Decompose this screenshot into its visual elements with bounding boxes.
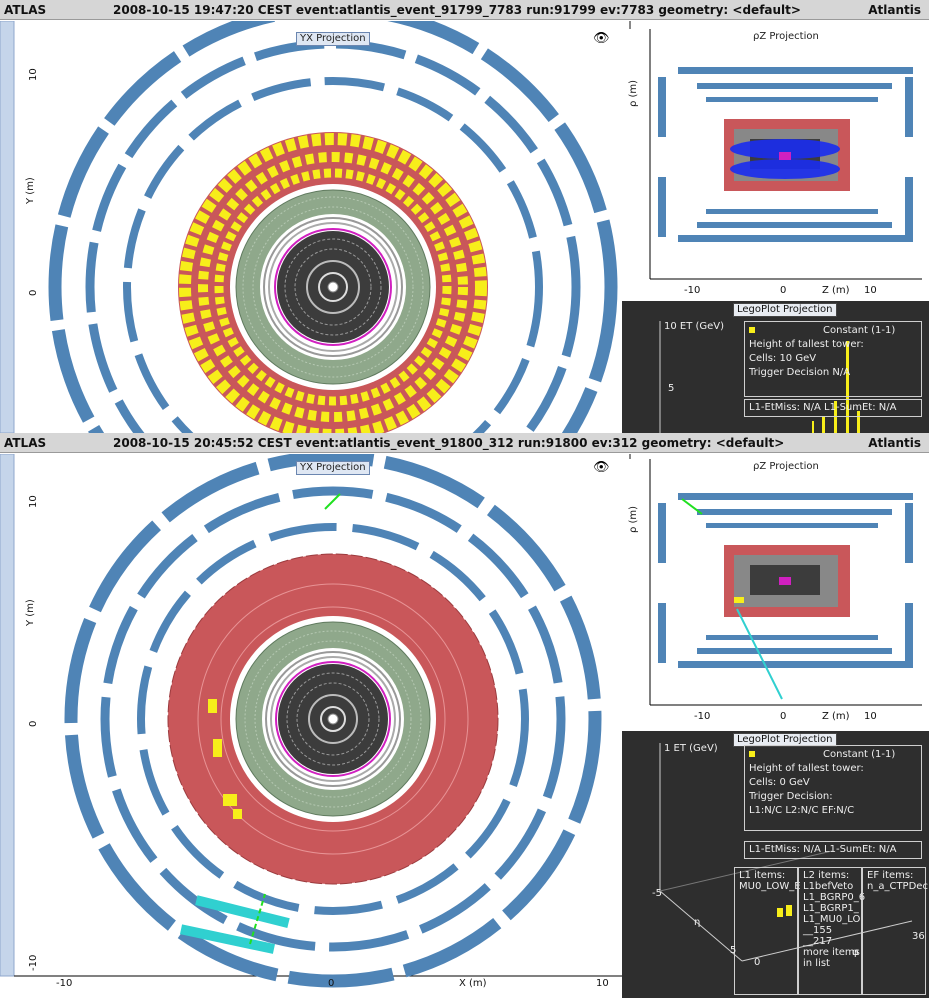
legend-series-2: Constant (1-1)	[823, 749, 896, 760]
lego-summary-1: L1-EtMiss: N/A L1-SumEt: N/A	[749, 402, 897, 413]
rz-x-tick-3: 10	[864, 711, 877, 722]
legend-swatch	[749, 327, 755, 333]
lego-summary-2: L1-EtMiss: N/A L1-SumEt: N/A	[749, 844, 897, 855]
lego-3d-phi-label: φ	[852, 947, 859, 958]
yx-projection-title-2[interactable]: YX Projection	[296, 461, 370, 475]
legend-line-2: Cells: 10 GeV	[749, 353, 817, 364]
rz-y-axis-label-1: ρ (m)	[628, 79, 639, 107]
legend-series-1: Constant (1-1)	[823, 325, 896, 336]
legend-line-3: Trigger Decision N/A	[749, 367, 851, 378]
l2-item: L1_BGRP0_6	[803, 892, 866, 903]
ef-item: n_a_CTPDec	[867, 881, 928, 892]
event-panel-1: ATLAS 2008-10-15 19:47:20 CEST event:atl…	[0, 0, 929, 433]
yx-projection-title-1[interactable]: YX Projection	[296, 32, 370, 46]
l2-items-box: L2 items: L1befVeto L1_BGRP0_6 L1_BGRP1_…	[798, 867, 866, 995]
lego-3d-tick-2: 5	[730, 945, 737, 956]
lego-summary-box-1: L1-EtMiss: N/A L1-SumEt: N/A	[744, 399, 922, 417]
header-app-name: Atlantis	[868, 3, 921, 17]
yx-detector-drawing-1	[0, 21, 618, 433]
lego-3d-tick-4: 36	[912, 931, 925, 942]
lego-axis-tick-1: 5	[668, 383, 675, 394]
lego-3d-eta-label: η	[694, 917, 701, 928]
header-event-info: 2008-10-15 20:45:52 CEST event:atlantis_…	[113, 436, 785, 450]
yx-y-tick-2: 0	[28, 289, 39, 296]
rz-detector-drawing-2	[649, 459, 922, 706]
lego-legend-box-2: Constant (1-1) Height of tallest tower: …	[744, 745, 922, 831]
yx-y-axis-label-2: Y (m)	[25, 599, 36, 626]
lego-axis-label-2: 1 ET (GeV)	[664, 743, 718, 754]
header-atlas-label: ATLAS	[4, 436, 47, 450]
legend-line-2: Cells: 0 GeV	[749, 777, 810, 788]
legend-swatch	[749, 751, 755, 757]
l2-item: __217	[803, 936, 833, 947]
yx-y-tick-3: -10	[28, 954, 39, 971]
yx-y-tick-2: 0	[28, 720, 39, 727]
header-event-info: 2008-10-15 19:47:20 CEST event:atlantis_…	[113, 3, 801, 17]
rz-detector-drawing-1	[649, 29, 922, 280]
yx-x-tick-3: 10	[596, 978, 609, 989]
yx-x-axis-label-2: X (m)	[459, 978, 487, 989]
rz-x-axis-label-2: Z (m)	[822, 711, 850, 722]
l1-item: MU0_LOW_E	[739, 881, 801, 892]
lego-legend-box-1: Constant (1-1) Height of tallest tower: …	[744, 321, 922, 397]
yx-y-tick-1: 10	[28, 68, 39, 81]
legend-line-1: Height of tallest tower:	[749, 339, 864, 350]
l2-items-header: L2 items:	[803, 870, 850, 881]
ef-items-header: EF items:	[867, 870, 914, 881]
rz-projection-title-2[interactable]: ρZ Projection	[750, 461, 822, 473]
eye-fish-icon[interactable]: 👁	[593, 460, 610, 475]
rz-x-tick-2: 0	[780, 285, 787, 296]
l1-items-header: L1 items:	[739, 870, 786, 881]
legend-line-4: L1:N/C L2:N/C EF:N/C	[749, 805, 855, 816]
lego-plot-view-2[interactable]: LegoPlot Projection 1 ET (GeV) Constant …	[622, 731, 929, 998]
l2-item: L1befVeto	[803, 881, 854, 892]
lego-3d-tick-3: 0	[754, 957, 761, 968]
atlantis-window: ATLAS 2008-10-15 19:47:20 CEST event:atl…	[0, 0, 929, 998]
lego-plot-title-1[interactable]: LegoPlot Projection	[733, 303, 837, 317]
yx-detector-drawing-2	[0, 454, 629, 988]
l2-item: L1_MU0_LO	[803, 914, 861, 925]
rz-x-tick-3: 10	[864, 285, 877, 296]
yx-y-axis-label-1: Y (m)	[25, 177, 36, 204]
yx-x-tick-1: -10	[56, 978, 73, 989]
yx-x-tick-2: 0	[328, 978, 335, 989]
rz-projection-view-1[interactable]: ρZ Projection ρ (m) -10 0 Z (m) 10	[622, 29, 929, 301]
rz-projection-view-2[interactable]: ρZ Projection ρ (m) -10 0 Z (m) 10	[622, 459, 929, 731]
lego-summary-box-2: L1-EtMiss: N/A L1-SumEt: N/A	[744, 841, 922, 859]
rz-x-tick-1: -10	[694, 711, 711, 722]
legend-line-3: Trigger Decision:	[749, 791, 833, 802]
event-panel-2: ATLAS 2008-10-15 20:45:52 CEST event:atl…	[0, 433, 929, 998]
rz-x-tick-1: -10	[684, 285, 701, 296]
l2-item: more items	[803, 947, 860, 958]
lego-axis-label-1: 10 ET (GeV)	[664, 321, 725, 332]
rz-projection-title-1[interactable]: ρZ Projection	[750, 31, 822, 43]
rz-x-tick-2: 0	[780, 711, 787, 722]
l2-item: in list	[803, 958, 830, 969]
yx-y-tick-1: 10	[28, 495, 39, 508]
legend-line-1: Height of tallest tower:	[749, 763, 864, 774]
lego-plot-view-1[interactable]: LegoPlot Projection 10 ET (GeV) 5 Consta…	[622, 301, 929, 433]
lego-3d-tick-1: -5	[652, 888, 662, 899]
yx-projection-view-1[interactable]: YX Projection 👁 Y (m) 10 0	[0, 21, 631, 433]
event-header-2: ATLAS 2008-10-15 20:45:52 CEST event:atl…	[0, 433, 929, 453]
l2-item: L1_BGRP1_	[803, 903, 859, 914]
header-app-name: Atlantis	[868, 436, 921, 450]
header-atlas-label: ATLAS	[4, 3, 47, 17]
event-header-1: ATLAS 2008-10-15 19:47:20 CEST event:atl…	[0, 0, 929, 20]
rz-y-axis-label-2: ρ (m)	[628, 505, 639, 533]
eye-fish-icon[interactable]: 👁	[593, 31, 610, 46]
l2-item: __155	[803, 925, 833, 936]
l1-items-box: L1 items: MU0_LOW_E	[734, 867, 801, 995]
yx-projection-view-2[interactable]: YX Projection 👁 Y (m) 10 0 -10 -10 0 X (…	[0, 454, 631, 998]
rz-x-axis-label-1: Z (m)	[822, 285, 850, 296]
